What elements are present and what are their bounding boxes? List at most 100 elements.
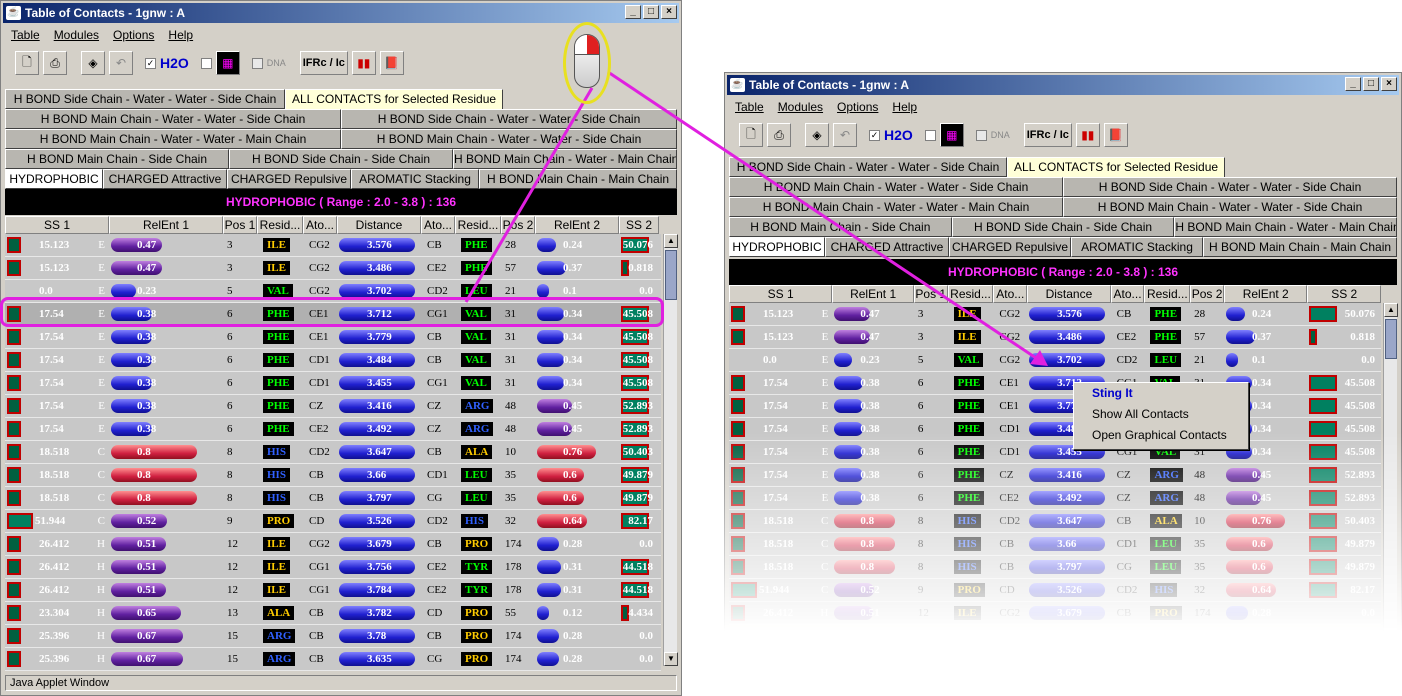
ss2-value: 45.508 [622, 331, 653, 343]
relent1-value: 0.8 [137, 492, 151, 504]
distance-value: 3.712 [367, 308, 392, 320]
ss-type: E [98, 239, 105, 251]
ss-type: H [97, 538, 105, 550]
relent2-value: 0.1 [563, 285, 577, 297]
ss1-value: 17.54 [39, 400, 64, 412]
ss1-value: 23.304 [39, 607, 70, 619]
ss1-value: 51.944 [35, 515, 66, 527]
relent1-value: 0.23 [137, 285, 157, 297]
ss1-value: 26.412 [39, 561, 70, 573]
distance-value: 3.66 [367, 469, 387, 481]
relent1-value: 0.8 [137, 469, 151, 481]
distance-value: 3.756 [367, 561, 392, 573]
ss2-value: 0.0 [639, 285, 653, 297]
ss-type: C [97, 492, 105, 504]
ss1-value: 17.54 [39, 331, 64, 343]
distance-value: 3.679 [367, 538, 392, 550]
ss-type: C [97, 515, 105, 527]
distance-value: 3.647 [367, 446, 392, 458]
ss-type: H [97, 561, 105, 573]
ss-type: E [98, 400, 105, 412]
ss1-value: 25.396 [39, 630, 70, 642]
ss1-value: 26.412 [39, 584, 70, 596]
relent2-value: 0.12 [563, 607, 583, 619]
relent1-value: 0.38 [137, 377, 157, 389]
relent1-value: 0.52 [137, 515, 157, 527]
relent2-value: 0.45 [563, 400, 583, 412]
ss-type: E [98, 308, 105, 320]
arrow-head [1030, 350, 1048, 366]
ss1-value: 17.54 [39, 354, 64, 366]
ss2-value: 45.508 [622, 354, 653, 366]
ss2-value: 0.0 [639, 630, 653, 642]
relent2-value: 0.6 [563, 492, 577, 504]
ss-type: H [97, 653, 105, 665]
distance-value: 3.416 [367, 400, 392, 412]
distance-value: 3.486 [367, 262, 392, 274]
distance-value: 3.492 [367, 423, 392, 435]
distance-value: 3.784 [367, 584, 392, 596]
relent1-value: 0.47 [137, 262, 157, 274]
relent1-value: 0.65 [137, 607, 157, 619]
ss2-value: 50.076 [622, 239, 653, 251]
relent2-value: 0.28 [563, 538, 583, 550]
relent2-value: 0.28 [563, 653, 583, 665]
ss1-value: 0.0 [39, 285, 53, 297]
ss2-value: 50.403 [622, 446, 653, 458]
ss1-value: 15.123 [39, 262, 70, 274]
menu-item-open-graphical-contacts[interactable]: Open Graphical Contacts [1074, 425, 1248, 446]
distance-value: 3.526 [367, 515, 392, 527]
ss-type: C [97, 469, 105, 481]
ss2-value: 44.518 [622, 561, 653, 573]
relent2-value: 0.24 [563, 239, 583, 251]
relent1-value: 0.38 [137, 331, 157, 343]
relent2-value: 0.34 [563, 354, 583, 366]
ss-type: H [97, 584, 105, 596]
distance-value: 3.702 [367, 285, 392, 297]
relent1-value: 0.38 [137, 423, 157, 435]
arrow-mouse-to-menu [607, 70, 1043, 364]
relent1-value: 0.51 [137, 584, 157, 596]
distance-value: 3.455 [367, 377, 392, 389]
ss2-value: 0.0 [639, 538, 653, 550]
relent2-value: 0.31 [563, 584, 583, 596]
ss-type: E [98, 331, 105, 343]
relent1-value: 0.38 [137, 308, 157, 320]
menu-item-sting-it[interactable]: Sting It [1074, 383, 1248, 404]
annotation-arrows [464, 70, 1048, 366]
distance-value: 3.635 [367, 653, 392, 665]
ss1-value: 15.123 [39, 239, 70, 251]
distance-value: 3.782 [367, 607, 392, 619]
relent2-value: 0.31 [563, 561, 583, 573]
right-click-mouse-icon [574, 34, 600, 88]
ss1-value: 17.54 [39, 423, 64, 435]
ss2-value: 0.818 [628, 262, 653, 274]
relent2-value: 0.76 [563, 446, 583, 458]
relent2-value: 0.34 [563, 308, 583, 320]
relent1-value: 0.38 [137, 400, 157, 412]
ss1-value: 18.518 [39, 469, 70, 481]
relent2-value: 0.34 [563, 331, 583, 343]
ss-type: H [97, 607, 105, 619]
ss2-value: 52.893 [622, 400, 653, 412]
relent2-value: 0.34 [563, 377, 583, 389]
ss-type: E [98, 262, 105, 274]
menu-item-show-all-contacts[interactable]: Show All Contacts [1074, 404, 1248, 425]
relent1-value: 0.67 [137, 630, 157, 642]
ss2-value: 0.0 [639, 653, 653, 665]
ss2-value: 49.879 [622, 492, 653, 504]
ss2-value: 49.879 [622, 469, 653, 481]
distance-value: 3.797 [367, 492, 392, 504]
relent1-value: 0.51 [137, 561, 157, 573]
distance-value: 3.779 [367, 331, 392, 343]
ss1-value: 17.54 [39, 308, 64, 320]
ss-type: H [97, 630, 105, 642]
ss2-value: 44.518 [622, 584, 653, 596]
relent2-value: 0.28 [563, 630, 583, 642]
ss-type: E [98, 354, 105, 366]
relent1-value: 0.8 [137, 446, 151, 458]
relent2-value: 0.45 [563, 423, 583, 435]
relent2-value: 0.37 [563, 262, 583, 274]
relent2-value: 0.6 [563, 469, 577, 481]
relent1-value: 0.67 [137, 653, 157, 665]
